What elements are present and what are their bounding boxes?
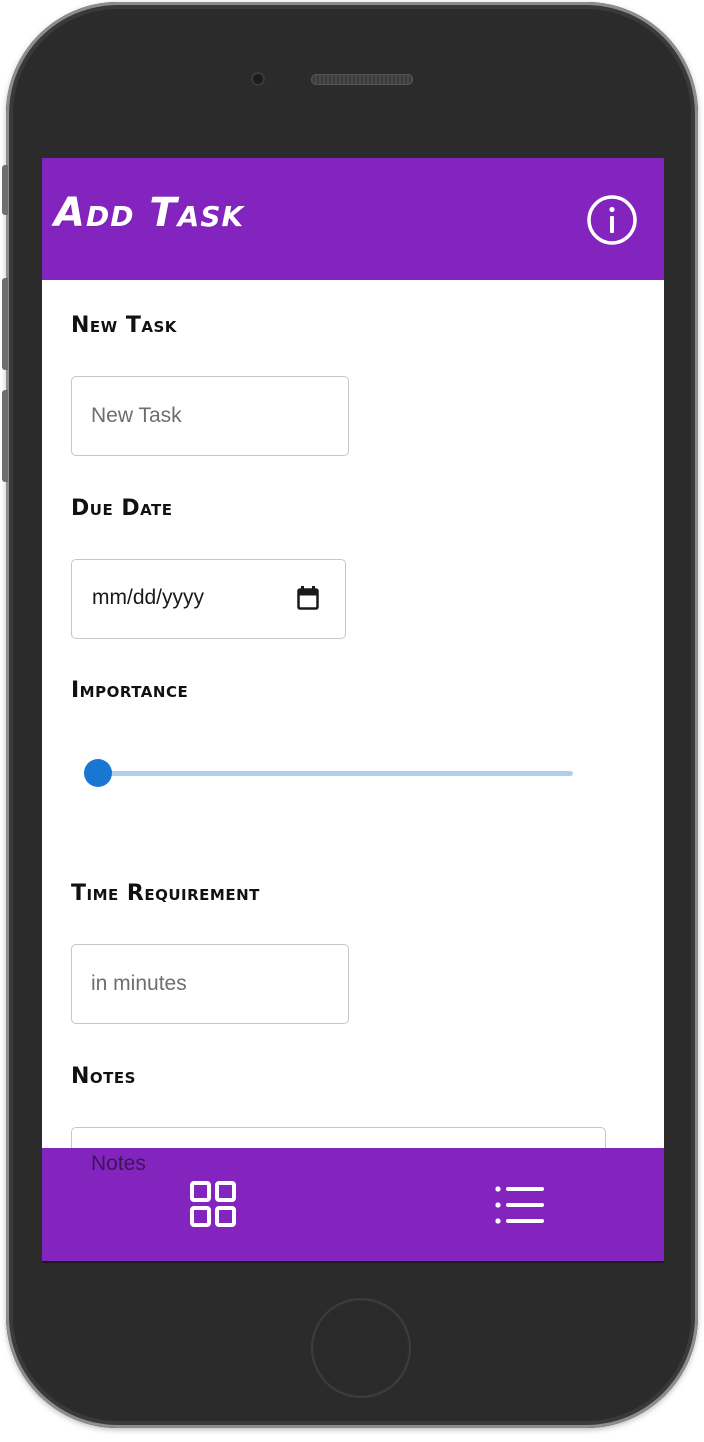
slider-track[interactable] xyxy=(98,771,573,776)
screen-bottom-edge xyxy=(42,1261,664,1263)
volume-down-button xyxy=(2,390,8,482)
task-form: New Task Due Date mm/dd/yyyy Importance … xyxy=(42,280,664,1207)
calendar-icon[interactable] xyxy=(297,586,319,610)
earpiece-speaker xyxy=(311,74,413,85)
due-date-label: Due Date xyxy=(71,496,173,521)
grid-icon xyxy=(190,1181,236,1227)
mute-switch xyxy=(2,165,8,215)
importance-slider[interactable] xyxy=(84,758,573,788)
slider-thumb[interactable] xyxy=(84,759,112,787)
new-task-input[interactable] xyxy=(71,376,349,456)
app-header: Add Task xyxy=(42,158,664,280)
front-camera xyxy=(251,72,265,86)
nav-list-button[interactable] xyxy=(491,1178,547,1234)
importance-label: Importance xyxy=(71,678,189,703)
list-icon xyxy=(495,1186,544,1224)
time-requirement-input[interactable] xyxy=(71,944,349,1024)
new-task-label: New Task xyxy=(71,313,177,338)
notes-placeholder: Notes xyxy=(91,1152,146,1175)
due-date-input[interactable]: mm/dd/yyyy xyxy=(71,559,346,639)
bottom-nav: Notes xyxy=(42,1148,664,1262)
nav-grid-button[interactable] xyxy=(185,1178,241,1234)
time-requirement-label: Time Requirement xyxy=(71,881,260,906)
info-circle-icon xyxy=(587,195,637,245)
due-date-value: mm/dd/yyyy xyxy=(92,586,205,609)
page-title: Add Task xyxy=(54,190,245,236)
notes-label: Notes xyxy=(71,1064,136,1089)
volume-up-button xyxy=(2,278,8,370)
info-button[interactable] xyxy=(585,193,639,247)
app-screen: Add Task New Task Due Date mm/dd/yyyy Im… xyxy=(42,158,664,1262)
home-button[interactable] xyxy=(311,1298,411,1398)
